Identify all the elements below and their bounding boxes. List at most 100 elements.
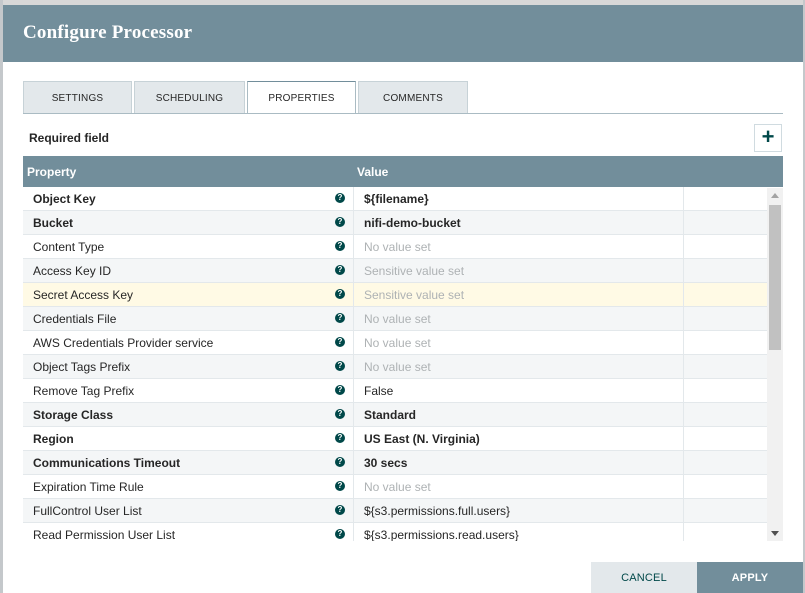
column-divider: [353, 355, 354, 379]
column-divider: [683, 475, 684, 499]
property-row[interactable]: Content Type? No value set: [23, 235, 767, 259]
add-property-button[interactable]: +: [754, 124, 782, 152]
property-row[interactable]: Object Key? ${filename}: [23, 187, 767, 211]
column-divider: [353, 427, 354, 451]
help-icon[interactable]: ?: [335, 361, 345, 371]
column-divider: [353, 307, 354, 331]
tab-settings[interactable]: SETTINGS: [23, 81, 132, 114]
tab-scheduling[interactable]: SCHEDULING: [134, 81, 245, 114]
dialog-title: Configure Processor: [23, 22, 193, 43]
property-row[interactable]: Storage Class? Standard: [23, 403, 767, 427]
column-divider: [683, 283, 684, 307]
plus-icon: +: [761, 124, 775, 149]
property-row[interactable]: Credentials File? No value set: [23, 307, 767, 331]
property-name: Expiration Time Rule: [33, 480, 144, 494]
column-divider: [353, 379, 354, 403]
help-icon[interactable]: ?: [335, 313, 345, 323]
properties-table-header: Property Value: [23, 156, 783, 187]
property-row[interactable]: Expiration Time Rule? No value set: [23, 475, 767, 499]
property-name: Content Type: [33, 240, 105, 254]
dialog-header: Configure Processor: [3, 5, 803, 62]
property-row[interactable]: Communications Timeout? 30 secs: [23, 451, 767, 475]
property-value[interactable]: False: [364, 384, 393, 398]
property-value[interactable]: nifi-demo-bucket: [364, 216, 461, 230]
property-name: FullControl User List: [33, 504, 142, 518]
column-divider: [683, 187, 684, 211]
property-row[interactable]: Read Permission User List? ${s3.permissio…: [23, 523, 767, 541]
property-value[interactable]: ${s3.permissions.full.users}: [364, 504, 510, 518]
column-divider: [683, 427, 684, 451]
help-icon[interactable]: ?: [335, 529, 345, 539]
property-row[interactable]: FullControl User List? ${s3.permissions.f…: [23, 499, 767, 523]
property-value[interactable]: Sensitive value set: [364, 288, 464, 302]
scroll-down-arrow-icon[interactable]: [771, 531, 779, 536]
property-row[interactable]: Bucket? nifi-demo-bucket: [23, 211, 767, 235]
property-value[interactable]: ${s3.permissions.read.users}: [364, 528, 519, 541]
property-name: AWS Credentials Provider service: [33, 336, 214, 350]
tab-divider: [23, 113, 783, 114]
column-divider: [353, 211, 354, 235]
property-row[interactable]: Remove Tag Prefix? False: [23, 379, 767, 403]
property-value[interactable]: No value set: [364, 336, 431, 350]
required-field-label: Required field: [29, 131, 110, 145]
column-divider: [683, 235, 684, 259]
column-divider: [353, 283, 354, 307]
help-icon[interactable]: ?: [335, 385, 345, 395]
property-row[interactable]: Region? US East (N. Virginia): [23, 427, 767, 451]
column-divider: [683, 451, 684, 475]
property-value[interactable]: No value set: [364, 312, 431, 326]
column-header-property[interactable]: Property: [27, 165, 76, 179]
property-row[interactable]: Access Key ID? Sensitive value set: [23, 259, 767, 283]
property-value[interactable]: No value set: [364, 240, 431, 254]
column-divider: [683, 523, 684, 541]
column-divider: [353, 403, 354, 427]
help-icon[interactable]: ?: [335, 289, 345, 299]
help-icon[interactable]: ?: [335, 481, 345, 491]
property-value[interactable]: No value set: [364, 480, 431, 494]
help-icon[interactable]: ?: [335, 265, 345, 275]
property-row[interactable]: Secret Access Key? Sensitive value set: [23, 283, 767, 307]
apply-button[interactable]: APPLY: [697, 562, 803, 593]
property-row[interactable]: Object Tags Prefix? No value set: [23, 355, 767, 379]
property-value[interactable]: ${filename}: [364, 192, 429, 206]
column-divider: [683, 307, 684, 331]
tab-properties[interactable]: PROPERTIES: [247, 81, 356, 114]
tab-comments[interactable]: COMMENTS: [358, 81, 468, 114]
scroll-up-arrow-icon[interactable]: [771, 193, 779, 198]
column-divider: [683, 379, 684, 403]
column-divider: [683, 259, 684, 283]
property-name: Object Key: [33, 192, 96, 206]
help-icon[interactable]: ?: [335, 457, 345, 467]
column-divider: [353, 331, 354, 355]
column-divider: [353, 235, 354, 259]
help-icon[interactable]: ?: [335, 217, 345, 227]
scroll-thumb[interactable]: [769, 205, 781, 350]
property-value[interactable]: Sensitive value set: [364, 264, 464, 278]
table-scrollbar[interactable]: [767, 188, 783, 541]
property-name: Storage Class: [33, 408, 114, 422]
tab-bar: SETTINGS SCHEDULING PROPERTIES COMMENTS: [23, 81, 470, 114]
property-name: Remove Tag Prefix: [33, 384, 135, 398]
help-icon[interactable]: ?: [335, 505, 345, 515]
cancel-button[interactable]: CANCEL: [591, 562, 697, 593]
help-icon[interactable]: ?: [335, 193, 345, 203]
property-name: Secret Access Key: [33, 288, 134, 302]
property-name: Access Key ID: [33, 264, 112, 278]
help-icon[interactable]: ?: [335, 433, 345, 443]
help-icon[interactable]: ?: [335, 409, 345, 419]
help-icon[interactable]: ?: [335, 241, 345, 251]
property-value[interactable]: No value set: [364, 360, 431, 374]
property-name: Read Permission User List: [33, 528, 176, 541]
property-row[interactable]: AWS Credentials Provider service? No valu…: [23, 331, 767, 355]
property-value[interactable]: Standard: [364, 408, 416, 422]
column-divider: [683, 403, 684, 427]
property-name: Region: [33, 432, 74, 446]
property-value[interactable]: US East (N. Virginia): [364, 432, 480, 446]
property-value[interactable]: 30 secs: [364, 456, 407, 470]
column-divider: [353, 499, 354, 523]
column-divider: [353, 451, 354, 475]
column-divider: [683, 331, 684, 355]
column-divider: [353, 259, 354, 283]
column-header-value[interactable]: Value: [357, 165, 388, 179]
help-icon[interactable]: ?: [335, 337, 345, 347]
